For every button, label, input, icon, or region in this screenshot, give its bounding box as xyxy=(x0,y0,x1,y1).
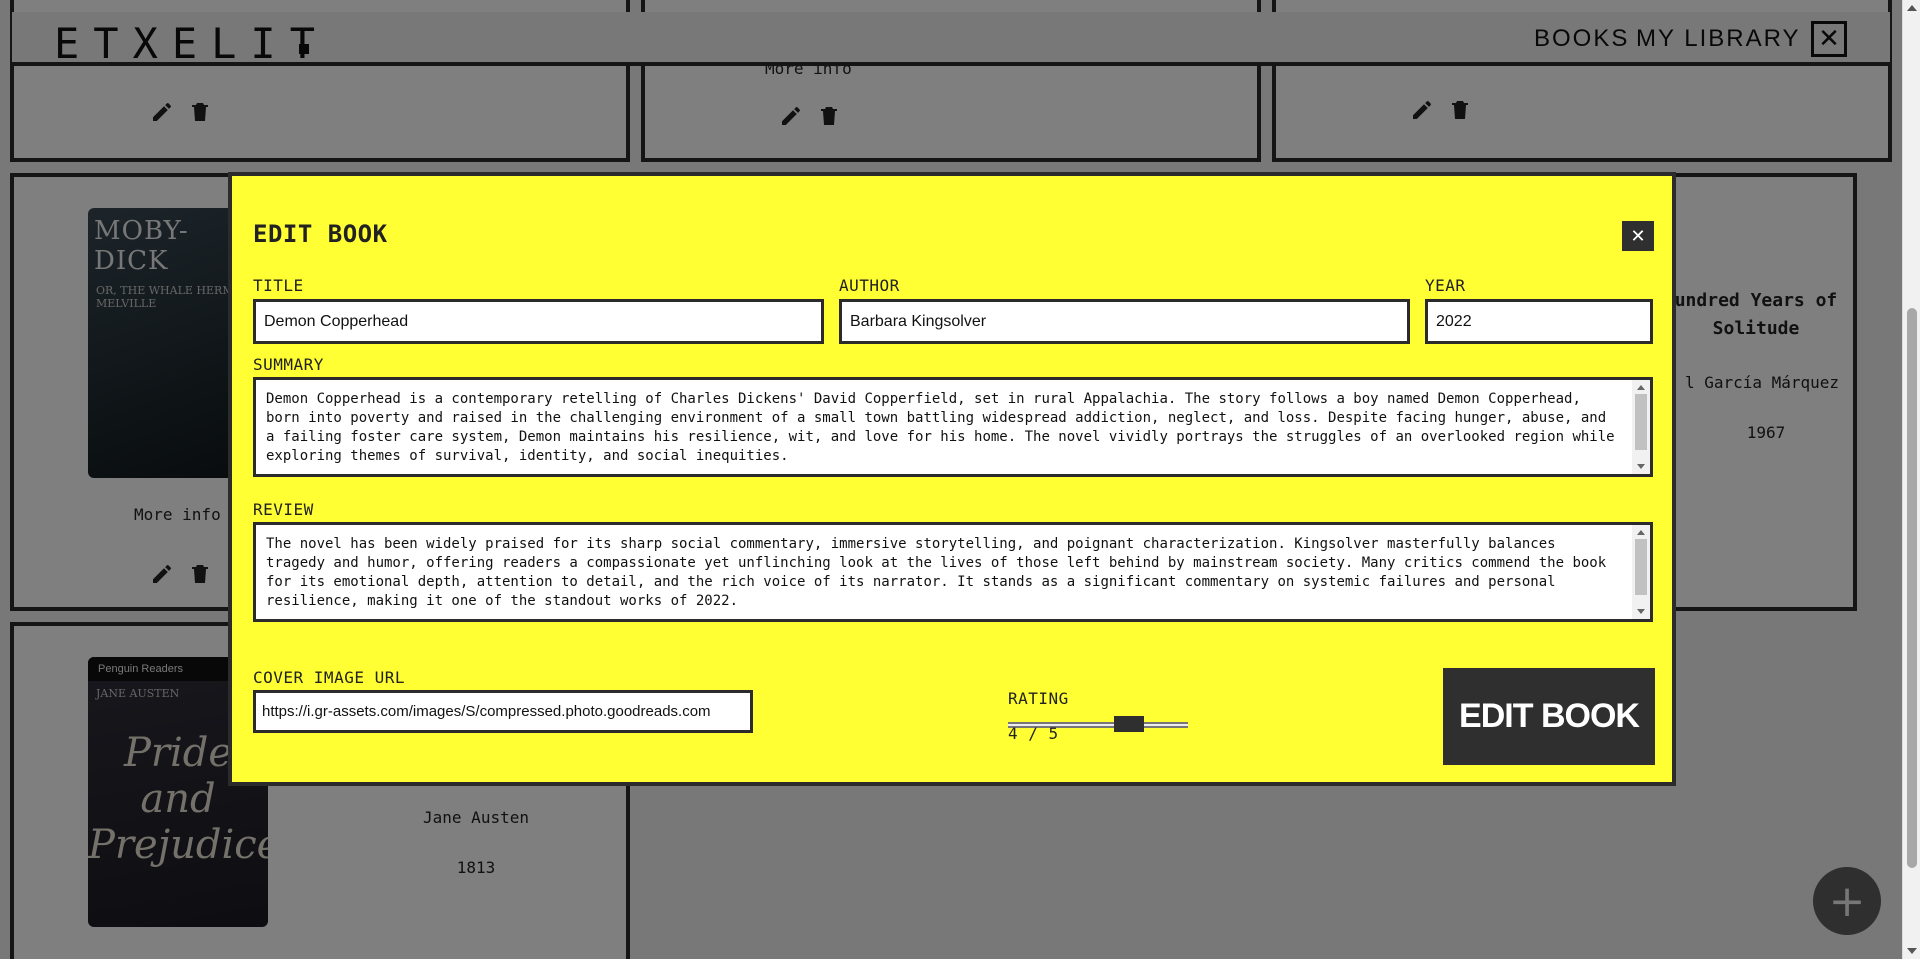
add-book-button[interactable]: + xyxy=(1813,867,1881,935)
year-label: YEAR xyxy=(1425,276,1466,295)
modal-title: EDIT BOOK xyxy=(253,220,388,248)
modal-close-button[interactable]: ✕ xyxy=(1622,221,1654,251)
scroll-up-arrow-icon[interactable] xyxy=(1907,5,1917,11)
rating-value: 4 / 5 xyxy=(1008,724,1059,743)
summary-label: SUMMARY xyxy=(253,355,324,374)
scroll-down-arrow-icon[interactable] xyxy=(1907,948,1917,954)
edit-book-submit-button[interactable]: EDIT BOOK xyxy=(1443,668,1655,765)
scroll-down-arrow-icon[interactable] xyxy=(1637,464,1645,469)
rating-label: RATING xyxy=(1008,689,1069,708)
author-input[interactable] xyxy=(839,299,1410,344)
title-label: TITLE xyxy=(253,276,304,295)
scrollbar-thumb[interactable] xyxy=(1635,539,1647,595)
review-scrollbar[interactable] xyxy=(1632,525,1650,619)
summary-textarea[interactable]: Demon Copperhead is a contemporary retel… xyxy=(256,380,1626,474)
summary-scrollbar[interactable] xyxy=(1632,380,1650,474)
year-input[interactable] xyxy=(1425,299,1653,344)
page-scrollbar[interactable] xyxy=(1902,0,1920,959)
scrollbar-thumb[interactable] xyxy=(1907,308,1917,868)
title-input[interactable] xyxy=(253,299,824,344)
scroll-down-arrow-icon[interactable] xyxy=(1637,609,1645,614)
scroll-up-arrow-icon[interactable] xyxy=(1637,530,1645,535)
scroll-up-arrow-icon[interactable] xyxy=(1637,385,1645,390)
edit-book-modal: EDIT BOOK ✕ TITLE AUTHOR YEAR SUMMARY De… xyxy=(228,172,1676,786)
rating-thumb[interactable] xyxy=(1114,716,1144,732)
review-textarea[interactable]: The novel has been widely praised for it… xyxy=(256,525,1626,619)
summary-field: Demon Copperhead is a contemporary retel… xyxy=(253,377,1653,477)
scrollbar-thumb[interactable] xyxy=(1635,394,1647,450)
cover-url-label: COVER IMAGE URL xyxy=(253,668,405,687)
review-label: REVIEW xyxy=(253,500,314,519)
cover-url-input[interactable] xyxy=(253,690,753,733)
author-label: AUTHOR xyxy=(839,276,900,295)
review-field: The novel has been widely praised for it… xyxy=(253,522,1653,622)
